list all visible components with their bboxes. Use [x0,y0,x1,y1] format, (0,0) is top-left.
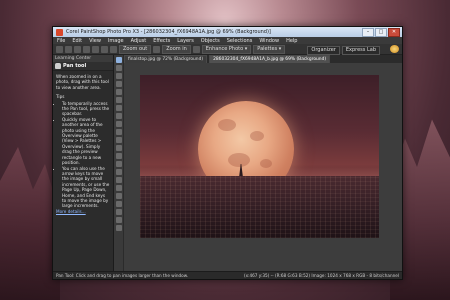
palettes-menu[interactable]: Palettes ▾ [253,44,286,54]
menu-bar: File Edit View Image Adjust Effects Laye… [53,37,402,44]
selection-tool-icon[interactable] [115,81,122,87]
document-tabs: finalstop.jpg @ 72% (Background) 2860323… [124,55,402,63]
menu-window[interactable]: Window [259,38,279,44]
window-title: Corel PaintShop Photo Pro X3 - [28603230… [66,29,271,35]
text-tool-icon[interactable] [115,201,122,207]
pick-tool-icon[interactable] [115,73,122,79]
zoom-out-button[interactable]: Zoom out [119,44,152,54]
background-mountains-left [0,147,60,300]
new-file-icon[interactable] [56,45,63,53]
flood-fill-icon[interactable] [115,193,122,199]
makeover-tool-icon[interactable] [115,137,122,143]
menu-objects[interactable]: Objects [201,38,220,44]
learning-center-panel: Learning Center Pan tool When zoomed in … [53,55,114,272]
undo-icon[interactable] [92,45,99,53]
status-info: (x:467 y:35) -- (R:68 G:63 B:52) Image: … [243,273,399,278]
zoom-in-icon[interactable] [153,45,161,53]
tab-active-image[interactable]: 286032304_fX6948A1A_b.jpg @ 69% (Backgro… [209,55,331,63]
save-icon[interactable] [74,45,81,53]
menu-selections[interactable]: Selections [227,38,253,44]
shape-tool-icon[interactable] [115,209,122,215]
freehand-selection-icon[interactable] [115,89,122,95]
red-eye-tool-icon[interactable] [115,129,122,135]
organizer-button[interactable]: Organizer [307,46,340,55]
scratch-remover-icon[interactable] [115,153,122,159]
menu-edit[interactable]: Edit [72,38,82,44]
corel-logo-icon [390,45,399,53]
app-window: Corel PaintShop Photo Pro X3 - [28603230… [52,26,403,280]
status-hint: Pan Tool: Click and drag to pan images l… [56,273,189,278]
city-skyline [140,176,379,238]
redo-icon[interactable] [101,45,108,53]
status-bar: Pan Tool: Click and drag to pan images l… [53,271,402,279]
tip-item: To temporarily access the Pan tool, pres… [62,101,110,117]
maximize-button[interactable]: □ [375,28,387,37]
menu-image[interactable]: Image [108,38,124,44]
pan-tool-icon[interactable] [115,57,122,63]
eraser-icon[interactable] [115,185,122,191]
menu-adjust[interactable]: Adjust [131,38,147,44]
close-button[interactable]: ✕ [388,28,400,37]
tab-finalstop[interactable]: finalstop.jpg @ 72% (Background) [124,55,208,63]
magic-wand-icon[interactable] [115,97,122,103]
tool-description: When zoomed in on a photo, drag with thi… [56,74,109,90]
express-lab-button[interactable]: Express Lab [341,46,380,55]
learning-center-body: When zoomed in on a photo, drag with thi… [53,71,113,217]
straighten-tool-icon[interactable] [115,121,122,127]
title-bar: Corel PaintShop Photo Pro X3 - [28603230… [53,27,402,37]
zoom-out-icon[interactable] [110,45,117,53]
menu-file[interactable]: File [57,38,65,44]
canvas-area[interactable] [124,63,402,272]
photo-image[interactable] [140,75,379,238]
pen-tool-icon[interactable] [115,217,122,223]
menu-effects[interactable]: Effects [153,38,170,44]
current-tool-row: Pan tool [53,62,113,71]
menu-help[interactable]: Help [286,38,297,44]
open-file-icon[interactable] [65,45,72,53]
enhance-photo-menu[interactable]: Enhance Photo ▾ [201,44,252,54]
menu-layers[interactable]: Layers [177,38,194,44]
print-icon[interactable] [83,45,90,53]
zoom-in-button[interactable]: Zoom in [162,44,191,54]
airbrush-icon[interactable] [115,169,122,175]
tip-item: You can also use the arrow keys to move … [62,166,110,209]
zoom-tool-icon[interactable] [115,65,122,71]
fit-window-icon[interactable] [192,45,200,53]
crop-tool-icon[interactable] [115,113,122,119]
dropper-icon[interactable] [115,105,122,111]
hand-icon [55,63,61,69]
tools-palette [114,55,123,272]
minimize-button[interactable]: – [362,28,374,37]
toolbar: Zoom out Zoom in Enhance Photo ▾ Palette… [53,44,402,55]
tips-list: To temporarily access the Pan tool, pres… [56,101,110,209]
app-logo-icon [56,28,63,36]
tips-label: Tips [56,94,65,100]
more-details-link[interactable]: More details... [56,209,86,214]
lighten-darken-icon[interactable] [115,177,122,183]
learning-center-header: Learning Center [53,55,113,62]
current-tool-name: Pan tool [63,63,87,69]
tip-item: Quickly move to another area of the phot… [62,117,110,166]
clone-brush-icon[interactable] [115,145,122,151]
menu-view[interactable]: View [89,38,101,44]
warp-brush-icon[interactable] [115,225,122,231]
paint-brush-icon[interactable] [115,161,122,167]
